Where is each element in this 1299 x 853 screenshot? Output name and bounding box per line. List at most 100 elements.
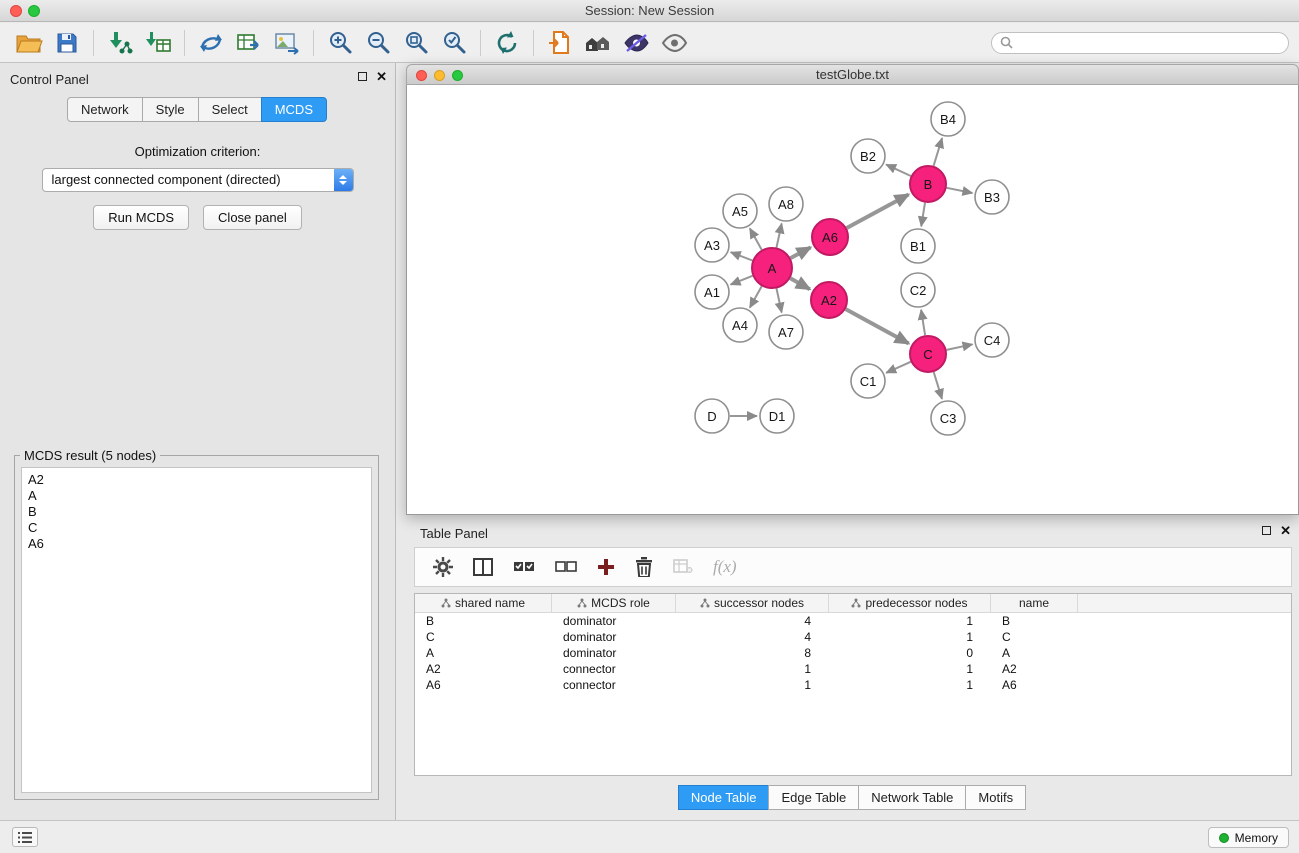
close-panel-button[interactable]: Close panel [203,205,302,230]
mcds-result-item[interactable]: A [28,488,365,504]
graph-edge[interactable] [934,138,943,166]
deselect-all-rows-icon[interactable] [555,560,577,574]
graph-node[interactable]: B [910,166,946,202]
hide-details-icon[interactable] [617,27,655,59]
graph-edge[interactable] [947,344,973,350]
graph-edge[interactable] [777,224,782,248]
table-cell[interactable]: A6 [991,677,1078,693]
graph-node[interactable]: B2 [851,139,885,173]
show-columns-icon[interactable] [473,558,493,576]
column-header-shared-name[interactable]: shared name [415,594,552,612]
table-cell[interactable]: dominator [552,645,676,661]
zoom-in-icon[interactable] [321,27,359,59]
node-table[interactable]: shared name MCDS role successor nodes pr… [414,593,1292,776]
graph-node[interactable]: B4 [931,102,965,136]
table-cell[interactable]: connector [552,677,676,693]
network-window-titlebar[interactable]: testGlobe.txt [406,64,1299,85]
select-all-rows-icon[interactable] [513,560,535,574]
search-input[interactable] [1018,36,1280,50]
graph-edge[interactable] [791,247,811,258]
table-cell[interactable]: A2 [991,661,1078,677]
table-cell[interactable]: 1 [676,677,829,693]
graph-node[interactable]: C3 [931,401,965,435]
table-cell[interactable]: 1 [829,677,991,693]
mcds-result-item[interactable]: A2 [28,472,365,488]
export-image-icon[interactable] [268,27,306,59]
table-from-url-icon[interactable] [230,27,268,59]
table-cell[interactable]: dominator [552,629,676,645]
column-header-successor-nodes[interactable]: successor nodes [676,594,829,612]
mcds-result-item[interactable]: B [28,504,365,520]
zoom-window-button[interactable] [28,5,40,17]
mcds-result-list[interactable]: A2ABCA6 [21,467,372,793]
tab-motifs[interactable]: Motifs [965,785,1026,810]
column-header-mcds-role[interactable]: MCDS role [552,594,676,612]
graph-node[interactable]: B3 [975,180,1009,214]
network-canvas[interactable]: AA1A2A3A4A5A6A7A8BB1B2B3B4CC1C2C3C4DD1 [406,85,1299,515]
network-from-url-icon[interactable] [192,27,230,59]
save-session-icon[interactable] [48,27,86,59]
graph-node[interactable]: A3 [695,228,729,262]
table-row[interactable]: Cdominator41C [415,629,1291,645]
graph-node[interactable]: C1 [851,364,885,398]
graph-edge[interactable] [750,228,762,249]
graph-edge[interactable] [886,165,911,177]
graph-edge[interactable] [777,289,782,313]
open-session-icon[interactable] [10,27,48,59]
table-cell[interactable]: C [415,629,552,645]
graph-node[interactable]: A1 [695,275,729,309]
graph-node[interactable]: C2 [901,273,935,307]
layout-refresh-icon[interactable] [488,27,526,59]
graph-node[interactable]: A7 [769,315,803,349]
search-field[interactable] [991,32,1289,54]
memory-button[interactable]: Memory [1208,827,1289,848]
float-panel-icon[interactable] [358,72,367,81]
graph-node[interactable]: A2 [811,282,847,318]
mcds-result-item[interactable]: C [28,520,365,536]
table-cell[interactable]: 1 [829,661,991,677]
table-row[interactable]: A2connector11A2 [415,661,1291,677]
graph-node[interactable]: C [910,336,946,372]
table-cell[interactable]: 1 [829,629,991,645]
table-cell[interactable]: 1 [676,661,829,677]
graph-node[interactable]: A [752,248,792,288]
graph-node[interactable]: A6 [812,219,848,255]
table-cell[interactable]: connector [552,661,676,677]
graph-edge[interactable] [750,286,762,307]
zoom-selected-icon[interactable] [435,27,473,59]
task-history-button[interactable] [12,827,38,847]
close-panel-icon[interactable]: ✕ [1280,526,1291,535]
network-zoom-button[interactable] [452,70,463,81]
float-panel-icon[interactable] [1262,526,1271,535]
table-settings-icon[interactable] [433,557,453,577]
table-cell[interactable]: A [415,645,552,661]
table-cell[interactable]: A2 [415,661,552,677]
graph-edge[interactable] [921,203,925,227]
tab-select[interactable]: Select [198,97,262,122]
graph-edge[interactable] [731,276,753,285]
table-cell[interactable]: 8 [676,645,829,661]
zoom-out-icon[interactable] [359,27,397,59]
tab-node-table[interactable]: Node Table [678,785,770,810]
table-row[interactable]: Bdominator41B [415,613,1291,629]
graph-edge[interactable] [731,252,753,260]
column-header-predecessor-nodes[interactable]: predecessor nodes [829,594,991,612]
table-row[interactable]: Adominator80A [415,645,1291,661]
graph-edge[interactable] [947,188,973,193]
graph-edge[interactable] [934,372,942,399]
graph-edge[interactable] [846,309,909,343]
graph-edge[interactable] [847,195,909,229]
column-header-name[interactable]: name [991,594,1078,612]
show-details-icon[interactable] [655,27,693,59]
mcds-result-item[interactable]: A6 [28,536,365,552]
tab-network-table[interactable]: Network Table [858,785,966,810]
tab-edge-table[interactable]: Edge Table [768,785,859,810]
graph-node[interactable]: A8 [769,187,803,221]
table-cell[interactable]: B [991,613,1078,629]
table-cell[interactable]: 0 [829,645,991,661]
import-network-icon[interactable] [101,27,139,59]
import-table-icon[interactable] [139,27,177,59]
graph-edge[interactable] [790,278,810,289]
graph-node[interactable]: B1 [901,229,935,263]
home-network-icon[interactable] [579,27,617,59]
